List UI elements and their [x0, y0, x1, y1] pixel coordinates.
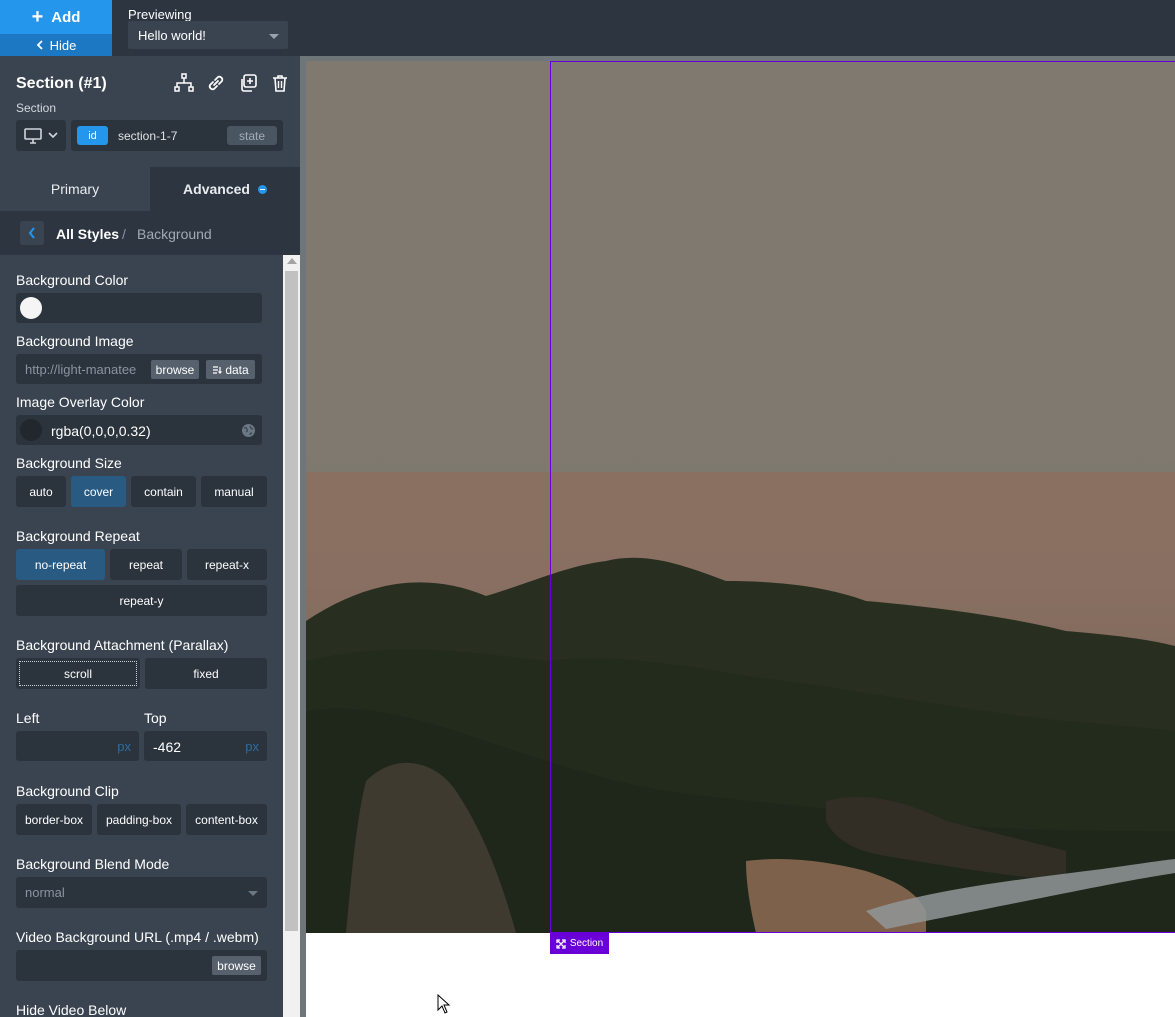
bg-size-manual[interactable]: manual: [201, 476, 267, 507]
builder-canvas: [300, 56, 1175, 1017]
video-url-label: Video Background URL (.mp4 / .webm): [16, 929, 259, 945]
overlay-color-field[interactable]: rgba(0,0,0,0.32): [16, 415, 262, 445]
bg-top-input[interactable]: -462 px: [144, 731, 267, 761]
element-header: Section (#1) Section id section-1-7 stat…: [0, 56, 300, 167]
bg-repeat-repeat-x[interactable]: repeat-x: [187, 549, 267, 580]
device-select[interactable]: [16, 120, 66, 151]
breadcrumb-all-styles[interactable]: All Styles: [56, 226, 119, 242]
bg-blend-select[interactable]: normal: [16, 877, 267, 908]
chevron-left-icon: [36, 40, 43, 50]
link-icon[interactable]: [206, 73, 226, 93]
element-title: Section (#1): [16, 75, 107, 92]
chevron-down-icon: [48, 132, 58, 139]
bg-size-cover[interactable]: cover: [71, 476, 126, 507]
bg-image-url[interactable]: http://light-manatee: [25, 362, 143, 377]
add-button[interactable]: + Add: [0, 0, 112, 34]
expand-icon: [556, 938, 566, 949]
add-label: Add: [51, 8, 81, 26]
bg-color-field[interactable]: [16, 293, 262, 323]
panel-scrollbar[interactable]: [283, 255, 300, 1017]
bg-top-label: Top: [144, 710, 167, 726]
bg-image-browse-button[interactable]: browse: [151, 360, 199, 379]
breadcrumb: All Styles / Background: [0, 211, 300, 255]
bg-color-label: Background Color: [16, 272, 129, 288]
bg-color-swatch[interactable]: [20, 297, 42, 319]
dynamic-data-icon: [213, 365, 223, 374]
caret-down-icon: [269, 34, 279, 39]
chevron-left-icon: [28, 227, 35, 239]
bg-top-value[interactable]: -462: [153, 739, 181, 755]
previewing-label: Previewing: [128, 7, 192, 22]
hide-button[interactable]: Hide: [0, 34, 112, 56]
bg-size-contain[interactable]: contain: [131, 476, 196, 507]
bg-blend-label: Background Blend Mode: [16, 856, 170, 872]
overlay-color-value[interactable]: rgba(0,0,0,0.32): [51, 423, 151, 439]
element-type: Section: [16, 101, 57, 115]
scroll-up-arrow-icon[interactable]: [287, 258, 297, 264]
bg-clip-content-box[interactable]: content-box: [186, 804, 267, 835]
bg-image-field[interactable]: http://light-manatee browse data: [16, 354, 262, 384]
bg-repeat-repeat[interactable]: repeat: [110, 549, 182, 580]
plus-icon: +: [31, 6, 44, 28]
tab-primary[interactable]: Primary: [0, 167, 150, 211]
overlay-label: Image Overlay Color: [16, 394, 145, 410]
bg-top-unit[interactable]: px: [245, 739, 259, 754]
top-bar: + Add Hide Previewing Hello world!: [0, 0, 1175, 56]
bg-left-input[interactable]: px: [16, 731, 139, 761]
page-preview: [306, 61, 1175, 1017]
section-selection-tag[interactable]: Section: [550, 933, 609, 954]
bg-size-label: Background Size: [16, 455, 122, 471]
bg-blend-value: normal: [25, 885, 65, 900]
bg-image-data-label: data: [225, 362, 249, 377]
bg-image-label: Background Image: [16, 333, 134, 349]
bg-left-unit[interactable]: px: [117, 739, 131, 754]
panel-tabs: Primary Advanced: [0, 167, 300, 211]
video-browse-button[interactable]: browse: [212, 956, 261, 975]
bg-repeat-label: Background Repeat: [16, 528, 140, 544]
bg-repeat-no-repeat[interactable]: no-repeat: [16, 549, 105, 580]
video-url-input[interactable]: browse: [16, 950, 267, 981]
preview-page-value: Hello world!: [138, 28, 206, 43]
mouse-cursor-icon: [437, 994, 451, 1014]
element-actions: [174, 73, 290, 93]
duplicate-icon[interactable]: [238, 73, 258, 93]
breadcrumb-separator: /: [122, 226, 126, 242]
structure-icon[interactable]: [174, 73, 194, 93]
background-panel: Background Color Background Image http:/…: [0, 255, 283, 1017]
hide-label: Hide: [49, 37, 77, 53]
trash-icon[interactable]: [270, 73, 290, 93]
bg-clip-label: Background Clip: [16, 783, 119, 799]
tab-advanced-label: Advanced: [183, 181, 250, 197]
tab-advanced[interactable]: Advanced: [150, 167, 300, 211]
back-button[interactable]: [20, 221, 44, 245]
desktop-icon: [24, 127, 42, 144]
hide-video-label: Hide Video Below: [16, 1002, 127, 1017]
minus-dot-icon: [257, 184, 267, 194]
tab-primary-label: Primary: [50, 181, 100, 197]
preview-page-select[interactable]: Hello world!: [128, 21, 288, 49]
bg-attachment-scroll[interactable]: scroll: [16, 658, 140, 689]
bg-size-auto[interactable]: auto: [16, 476, 66, 507]
section-tag-label: Section: [569, 938, 604, 949]
bg-attachment-label: Background Attachment (Parallax): [16, 637, 229, 653]
bg-left-label: Left: [16, 710, 40, 726]
bg-image-data-button[interactable]: data: [206, 360, 255, 379]
breadcrumb-current: Background: [137, 226, 212, 242]
globe-icon[interactable]: [241, 423, 256, 438]
id-value: section-1-7: [118, 129, 178, 143]
selector-box[interactable]: id section-1-7 state: [71, 120, 283, 151]
sidebar: Section (#1) Section id section-1-7 stat…: [0, 56, 300, 1017]
bg-repeat-repeat-y[interactable]: repeat-y: [16, 585, 267, 616]
scrollbar-thumb[interactable]: [285, 271, 298, 931]
bg-attachment-fixed[interactable]: fixed: [145, 658, 267, 689]
id-badge[interactable]: id: [77, 126, 108, 145]
caret-down-icon: [248, 891, 258, 896]
state-button[interactable]: state: [227, 126, 277, 145]
bg-clip-border-box[interactable]: border-box: [16, 804, 92, 835]
overlay-color-swatch[interactable]: [20, 419, 42, 441]
bg-clip-padding-box[interactable]: padding-box: [97, 804, 181, 835]
section-background-image[interactable]: [306, 61, 1175, 933]
